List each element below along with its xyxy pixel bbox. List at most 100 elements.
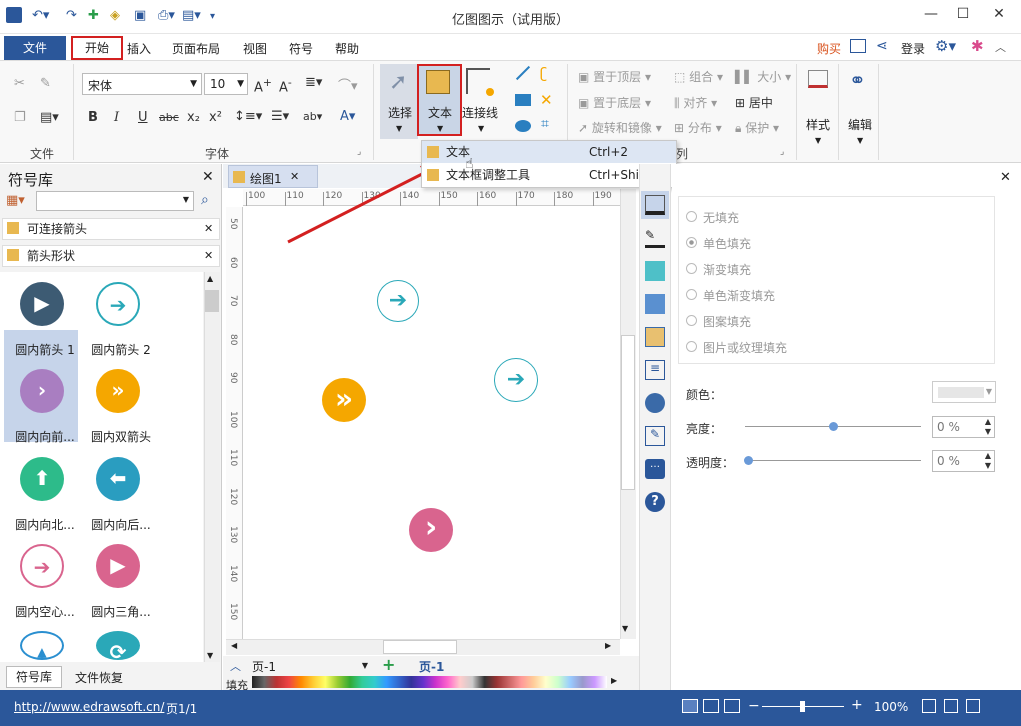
scroll-right-icon[interactable]: ▶ xyxy=(605,641,611,650)
symbol-thumbnail[interactable]: ▲ xyxy=(20,631,64,660)
style-button[interactable]: 样式 xyxy=(806,116,830,133)
edit-button[interactable]: 编辑 xyxy=(848,116,872,133)
group-button[interactable]: ⬚ 组合 ▾ xyxy=(674,68,723,85)
connector-button[interactable]: 连接线 xyxy=(462,104,498,121)
subscript-icon[interactable]: x₂ xyxy=(187,110,200,125)
highlight-icon[interactable]: ab▾ xyxy=(303,110,322,123)
library-menu-icon[interactable]: ▦▾ xyxy=(6,193,25,208)
collapse-ribbon-icon[interactable]: ︿ xyxy=(995,39,1006,55)
arc-tool-icon[interactable]: ʗ xyxy=(540,66,547,82)
fill-option-radio[interactable] xyxy=(686,315,697,326)
bring-front-button[interactable]: ▣ 置于顶层 ▾ xyxy=(578,68,651,85)
scroll-left-icon[interactable]: ◀ xyxy=(231,641,237,650)
symbol-thumbnail[interactable]: ⬆ xyxy=(20,457,64,501)
add-page-icon[interactable]: + xyxy=(382,655,395,674)
transparency-slider[interactable] xyxy=(745,460,921,461)
center-button[interactable]: ⊞ 居中 xyxy=(735,94,773,111)
dropdown-item-textbox-tool[interactable]: 文本框调整工具 Ctrl+Shift+2 xyxy=(422,164,676,186)
cross-tool-icon[interactable]: ✕ xyxy=(540,91,553,109)
fill-option-radio[interactable] xyxy=(686,211,697,222)
scroll-down-icon[interactable]: ▼ xyxy=(207,651,213,660)
font-color-icon[interactable]: A▾ xyxy=(340,109,355,124)
format-painter-icon[interactable]: ✎ xyxy=(40,76,51,91)
canvas-vscrollbar-thumb[interactable] xyxy=(621,335,635,490)
strikethrough-icon[interactable]: abc xyxy=(159,111,179,124)
share-screen-icon[interactable] xyxy=(850,39,866,53)
italic-icon[interactable]: I xyxy=(114,110,119,125)
fill-option-label[interactable]: 图片或纹理填充 xyxy=(703,339,787,356)
symbol-thumbnail[interactable]: ▶ xyxy=(96,544,140,588)
library-item[interactable]: 可连接箭头 xyxy=(2,218,220,240)
library-item-close-icon[interactable]: ✕ xyxy=(204,222,213,235)
help-icon[interactable]: ? xyxy=(645,492,665,512)
zoom-out-icon[interactable]: − xyxy=(748,698,760,714)
tab-page-layout[interactable]: 页面布局 xyxy=(172,40,220,57)
scroll-down-icon[interactable]: ▼ xyxy=(622,624,628,633)
maximize-button[interactable]: ☐ xyxy=(948,6,978,22)
file-tab[interactable]: 文件 xyxy=(4,36,66,60)
copy-icon[interactable]: ❐ xyxy=(14,110,26,125)
color-palette[interactable] xyxy=(252,676,607,688)
brightness-input[interactable]: 0 % ▲ ▼ xyxy=(932,416,995,438)
ellipse-tool-icon[interactable] xyxy=(515,120,531,132)
fill-option-label[interactable]: 无填充 xyxy=(703,209,739,226)
tab-insert[interactable]: 插入 xyxy=(127,40,151,57)
underline-icon[interactable]: U xyxy=(138,110,148,125)
symbol-thumbnail[interactable]: ➔ xyxy=(96,282,140,326)
symbol-thumbnail[interactable]: ➔ xyxy=(20,544,64,588)
symbol-thumbnail[interactable]: ▶ xyxy=(20,282,64,326)
tab-help[interactable]: 帮助 xyxy=(335,40,359,57)
paste-icon[interactable]: ▤▾ xyxy=(40,110,59,125)
panel-close-icon[interactable]: ✕ xyxy=(1000,170,1011,185)
comment-icon[interactable]: … xyxy=(645,459,665,479)
page-expand-icon[interactable]: ︿ xyxy=(230,658,241,674)
tab-view[interactable]: 视图 xyxy=(243,40,267,57)
page-properties-icon[interactable]: ≡ xyxy=(645,360,665,380)
fit-page-icon[interactable] xyxy=(922,699,936,713)
font-family-select[interactable]: 宋体 ▼ xyxy=(82,73,202,95)
distribute-button[interactable]: ⊞ 分布 ▾ xyxy=(674,119,722,136)
grow-font-icon[interactable]: A+ xyxy=(254,76,272,95)
login-link[interactable]: 登录 xyxy=(901,40,925,57)
fill-option-radio[interactable] xyxy=(686,341,697,352)
align-icon[interactable]: ≣▾ xyxy=(305,75,322,90)
send-back-button[interactable]: ▣ 置于底层 ▾ xyxy=(578,94,651,111)
fill-option-radio[interactable] xyxy=(686,237,697,248)
tab-symbol-library[interactable]: 符号库 xyxy=(6,666,62,688)
library-search-input[interactable]: ▼ xyxy=(36,191,194,211)
image-icon[interactable] xyxy=(645,294,665,314)
arrow-circle-shape[interactable]: ➔ xyxy=(494,358,538,402)
canvas-hscrollbar-thumb[interactable] xyxy=(383,640,457,654)
tab-file-recovery[interactable]: 文件恢复 xyxy=(75,669,123,686)
shrink-font-icon[interactable]: A- xyxy=(279,76,292,95)
skin-icon[interactable]: ✱ xyxy=(971,37,984,55)
library-item-close-icon[interactable]: ✕ xyxy=(204,249,213,262)
scroll-up-icon[interactable]: ▲ xyxy=(207,274,213,283)
drawing-canvas[interactable] xyxy=(243,207,620,639)
search-icon[interactable]: ⌕ xyxy=(201,192,209,208)
symbol-thumbnail[interactable]: ⟳ xyxy=(96,631,140,660)
close-button[interactable]: ✕ xyxy=(984,6,1014,22)
normal-view-icon[interactable] xyxy=(682,699,698,713)
palette-scroll-icon[interactable]: ▶ xyxy=(611,676,617,685)
transparency-input[interactable]: 0 % ▲ ▼ xyxy=(932,450,995,472)
attachment-icon[interactable]: ✎ xyxy=(645,426,665,446)
website-link[interactable]: http://www.edrawsoft.cn/ xyxy=(14,700,164,714)
spacing-icon[interactable]: ↕≡▾ xyxy=(234,109,262,124)
align-button[interactable]: ⫼ 对齐 ▾ xyxy=(674,94,717,111)
fill-option-label[interactable]: 渐变填充 xyxy=(703,261,751,278)
presentation-icon[interactable] xyxy=(966,699,980,713)
cut-icon[interactable]: ✂ xyxy=(14,76,25,91)
library-item[interactable]: 箭头形状 xyxy=(2,245,220,267)
fill-option-label[interactable]: 单色填充 xyxy=(703,235,751,252)
tab-symbol[interactable]: 符号 xyxy=(289,40,313,57)
buy-link[interactable]: 购买 xyxy=(817,40,841,57)
page-select[interactable]: 页-1 ▼ xyxy=(252,658,370,674)
brightness-slider-thumb[interactable] xyxy=(829,422,838,431)
double-arrow-circle-shape[interactable]: » xyxy=(322,378,366,422)
arrange-dialog-launcher-icon[interactable]: ⌟ xyxy=(780,147,784,157)
rectangle-tool-icon[interactable] xyxy=(515,94,531,106)
bold-icon[interactable]: B xyxy=(88,110,98,125)
superscript-icon[interactable]: x² xyxy=(209,110,222,125)
zoom-slider-thumb[interactable] xyxy=(800,701,805,712)
